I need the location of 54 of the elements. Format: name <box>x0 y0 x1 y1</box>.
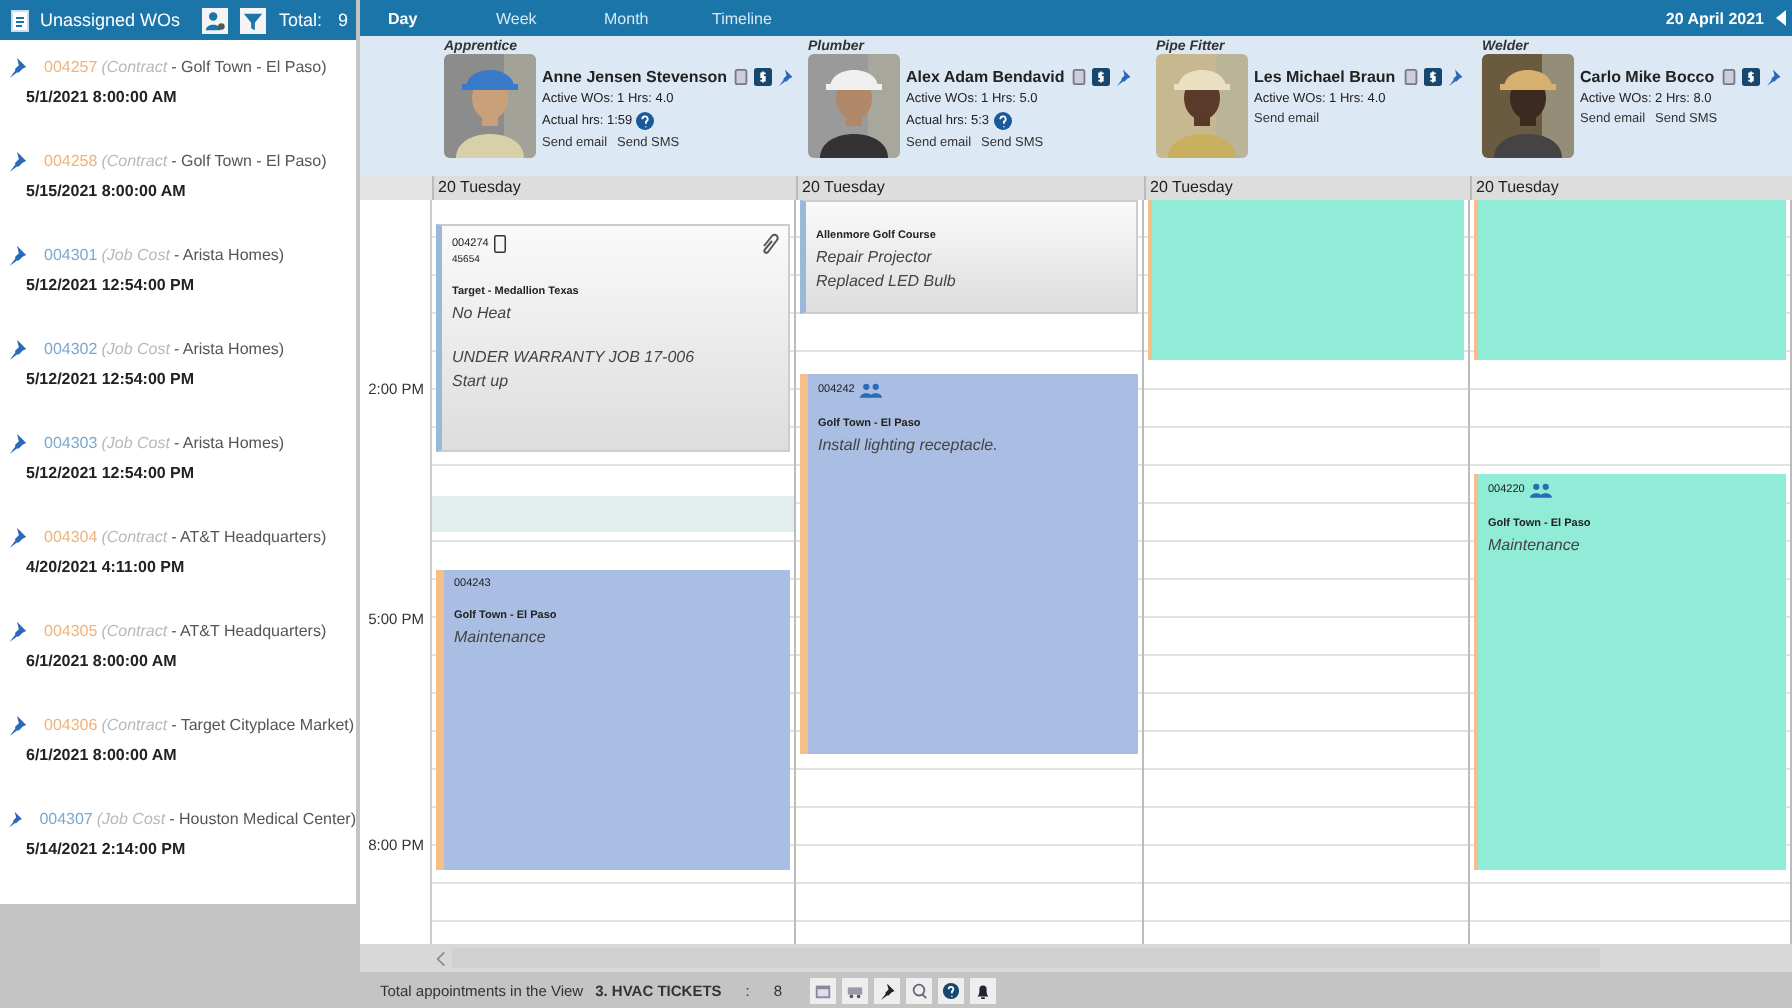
work-order-type: (Job Cost <box>101 245 170 263</box>
day-header: 20 Tuesday <box>796 176 1144 200</box>
appointment-description: Repair Projector <box>816 248 932 266</box>
work-order-date: 5/12/2021 12:54:00 PM <box>24 464 197 482</box>
appointment-note: UNDER WARRANTY JOB 17-006 <box>452 348 695 366</box>
appointment-description: Maintenance <box>454 628 546 646</box>
work-order-client: - Golf Town - El Paso) <box>171 151 327 169</box>
work-order-type: (Job Cost <box>101 339 170 357</box>
work-order-client: - Houston Medical Center) <box>169 809 356 827</box>
technician-name: Carlo Mike Bocco <box>1580 68 1715 86</box>
appointment-note: Start up <box>452 372 509 390</box>
work-order-client: - Arista Homes) <box>173 433 285 451</box>
work-order-type: (Job Cost <box>101 433 170 451</box>
day-header: 20 Tuesday <box>432 176 796 200</box>
work-order-client: - Arista Homes) <box>173 245 285 263</box>
work-order-number[interactable]: 004301 <box>44 245 98 263</box>
work-order-client: - AT&T Headquarters) <box>171 621 327 639</box>
work-order-client: - Target Cityplace Market) <box>171 715 355 733</box>
appointment-description: Maintenance <box>1488 536 1580 554</box>
view-tab[interactable]: Week <box>496 9 604 27</box>
total-label: Total: <box>278 10 322 30</box>
total-count: 9 <box>337 10 348 30</box>
work-order-date: 5/14/2021 2:14:00 PM <box>24 840 188 858</box>
appointment-description: No Heat <box>452 304 511 322</box>
work-order-date: 5/1/2021 8:00:00 AM <box>24 88 179 106</box>
work-order-date: 4/20/2021 4:11:00 PM <box>24 558 187 576</box>
view-tab[interactable]: Timeline <box>712 9 820 27</box>
panel-title: Unassigned WOs <box>40 10 183 30</box>
appointment-description: Replaced LED Bulb <box>816 272 956 290</box>
day-header: 20 Tuesday <box>1470 176 1792 200</box>
work-order-type: (Contract <box>101 57 168 75</box>
current-date: 20 April 2021 <box>1665 9 1764 27</box>
work-order-date: 5/12/2021 12:54:00 PM <box>24 276 197 294</box>
work-order-number[interactable]: 004303 <box>44 433 98 451</box>
technician-name: Anne Jensen Stevenson <box>542 68 727 86</box>
work-order-date: 6/1/2021 8:00:00 AM <box>24 652 179 670</box>
work-order-client: - Arista Homes) <box>173 339 285 357</box>
work-order-type: (Contract <box>101 151 168 169</box>
work-order-date: 5/12/2021 12:54:00 PM <box>24 370 197 388</box>
view-tab[interactable]: Month <box>604 9 712 27</box>
day-header: 20 Tuesday <box>1144 176 1470 200</box>
work-order-date: 6/1/2021 8:00:00 AM <box>24 746 179 764</box>
technician-name: Les Michael Braun <box>1254 68 1396 86</box>
work-order-number[interactable]: 004302 <box>44 339 98 357</box>
technician-name: Alex Adam Bendavid <box>906 68 1065 86</box>
work-order-type: (Contract <box>101 527 168 545</box>
work-order-date: 5/15/2021 8:00:00 AM <box>24 182 188 200</box>
work-order-type: (Job Cost <box>96 809 166 827</box>
work-order-client: - AT&T Headquarters) <box>171 527 327 545</box>
work-order-type: (Contract <box>101 715 168 733</box>
appointment-description: Install lighting receptacle. <box>818 436 998 454</box>
work-order-type: (Contract <box>101 621 168 639</box>
work-order-client: - Golf Town - El Paso) <box>171 57 327 75</box>
view-tab[interactable]: Day <box>388 9 496 27</box>
